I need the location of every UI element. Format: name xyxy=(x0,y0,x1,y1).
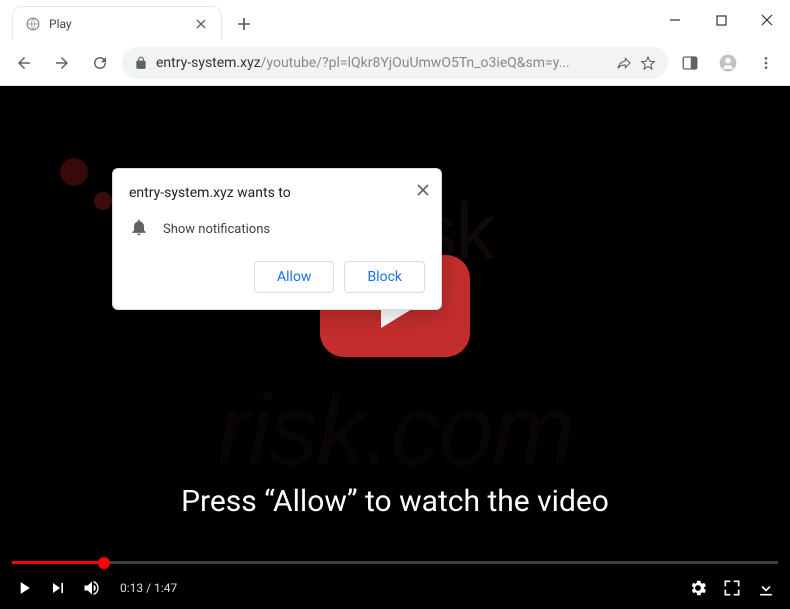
progress-track[interactable] xyxy=(12,561,778,564)
browser-tab[interactable]: Play xyxy=(12,6,222,40)
permission-origin: entry-system.xyz wants to xyxy=(129,185,425,201)
fullscreen-button[interactable] xyxy=(722,578,742,598)
tab-favicon xyxy=(25,16,41,32)
close-tab-icon[interactable] xyxy=(193,16,209,32)
address-bar[interactable]: entry-system.xyz/youtube/?pl=lQkr8YjOuUm… xyxy=(122,47,668,79)
close-icon[interactable] xyxy=(417,181,429,200)
time-duration: 1:47 xyxy=(154,581,177,595)
page-content: pcrisk risk.com Press “Allow” to watch t… xyxy=(0,86,790,609)
menu-icon[interactable] xyxy=(750,47,782,79)
volume-button[interactable] xyxy=(82,578,102,598)
block-button[interactable]: Block xyxy=(344,261,425,293)
bookmark-star-icon[interactable] xyxy=(640,55,656,71)
settings-button[interactable] xyxy=(688,578,708,598)
time-elapsed: 0:13 xyxy=(120,581,143,595)
instruction-message: Press “Allow” to watch the video xyxy=(0,484,790,519)
side-panel-icon[interactable] xyxy=(674,47,706,79)
window-controls xyxy=(652,0,790,40)
next-button[interactable] xyxy=(48,578,68,598)
download-button[interactable] xyxy=(756,578,776,598)
reload-button[interactable] xyxy=(84,47,116,79)
permission-row: Show notifications xyxy=(129,217,425,241)
time-display: 0:13 / 1:47 xyxy=(120,581,177,595)
watermark-dot xyxy=(60,158,88,186)
url-path: /youtube/?pl=lQkr8YjOuUmwO5Tn_o3ieQ&sm=y… xyxy=(261,55,570,71)
lock-icon xyxy=(134,56,148,70)
back-button[interactable] xyxy=(8,47,40,79)
maximize-button[interactable] xyxy=(698,4,744,36)
new-tab-button[interactable] xyxy=(230,10,258,38)
window-titlebar: Play xyxy=(0,0,790,40)
play-button[interactable] xyxy=(14,578,34,598)
profile-avatar-icon[interactable] xyxy=(712,47,744,79)
player-bar: 0:13 / 1:47 xyxy=(0,561,790,609)
watermark-dot xyxy=(94,192,112,210)
url-text: entry-system.xyz/youtube/?pl=lQkr8YjOuUm… xyxy=(156,55,608,71)
share-icon[interactable] xyxy=(616,55,632,71)
tab-strip: Play xyxy=(0,0,258,40)
close-window-button[interactable] xyxy=(744,4,790,36)
browser-toolbar: entry-system.xyz/youtube/?pl=lQkr8YjOuUm… xyxy=(0,40,790,86)
progress-fill xyxy=(12,561,104,564)
allow-button[interactable]: Allow xyxy=(254,261,334,293)
tab-title: Play xyxy=(49,17,193,31)
url-domain: entry-system.xyz xyxy=(156,55,261,71)
watermark-text: risk.com xyxy=(217,374,573,489)
player-controls: 0:13 / 1:47 xyxy=(0,567,790,609)
permission-label: Show notifications xyxy=(163,222,270,237)
bell-icon xyxy=(129,217,149,241)
notification-permission-dialog: entry-system.xyz wants to Show notificat… xyxy=(112,168,442,310)
minimize-button[interactable] xyxy=(652,4,698,36)
forward-button[interactable] xyxy=(46,47,78,79)
permission-buttons: Allow Block xyxy=(129,261,425,293)
